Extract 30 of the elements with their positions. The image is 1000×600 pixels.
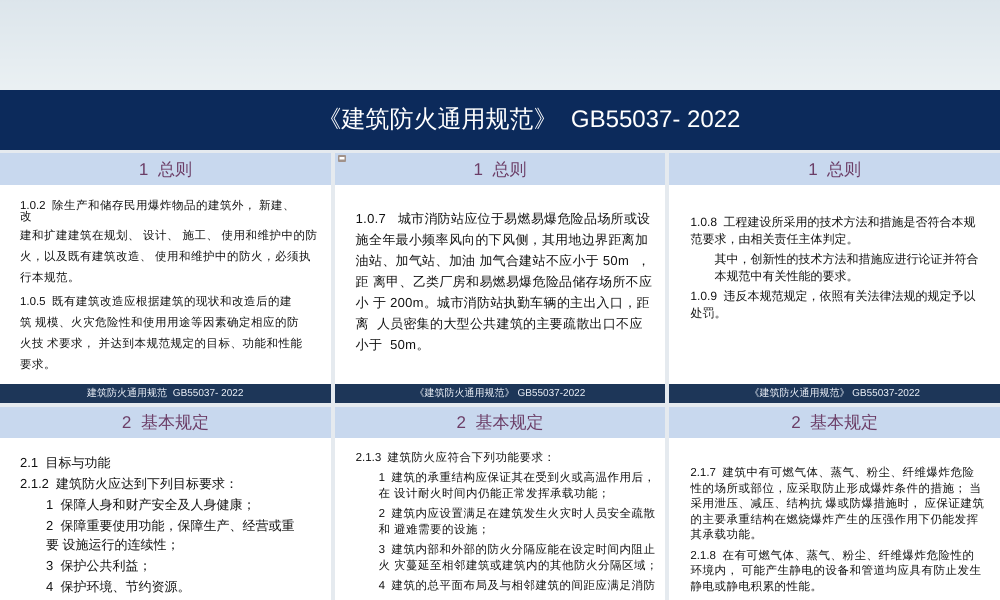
clause-text: 2 建筑内应设置满足在建筑发生火灾时人员安全疏散 和 避难需要的设施； [378, 506, 656, 538]
slide-heading: 2 基本规定 [122, 414, 209, 431]
clause-text: 建和扩建建筑在规划、 设计、 施工、 使用和维护中的防 火，以及既有建筑改造、 使用和维护中的防火，必须执 行本规范。 [20, 228, 319, 286]
clause-text: 1.0.8 工程建设所采用的技术方法和措施是否符合本规 范要求，由相关责任主体判定。 [690, 214, 977, 248]
footer-text: 建筑防火通用规范 GB55037- 2022 [87, 388, 244, 398]
clause-text: 1.0.2 除生产和储存民用爆炸物品的建筑外， 新建、 改 [20, 201, 296, 223]
footer-text: 《建筑防火通用规范》 GB55037-2022 [749, 388, 920, 398]
clause-text: 1 保障人身和财产安全及人身健康； [45, 496, 256, 514]
slide-heading: 1 总则 [808, 160, 862, 178]
clause-text: 2.1.3 建筑防火应符合下列功能要求： [356, 450, 557, 466]
clause-text: 4 建筑的总平面布局及与相邻建筑的间距应满足消防 [378, 578, 656, 594]
clause-text: 3 保护公共利益； [45, 557, 152, 575]
footer-text: 《建筑防火通用规范》 GB55037-2022 [414, 388, 586, 398]
slide-heading: 2 基本规定 [791, 414, 878, 431]
slide-heading: 1 总则 [138, 160, 192, 178]
clause-text: 2.1.7 建筑中有可燃气体、蒸气、粉尘、纤维爆炸危险 性的场所或部位，应采取防止形成爆炸条件的措施； 当 采用泄压、减压、结构抗 爆或防爆措施时， 应保证建筑 的主要承重结构在燃烧爆炸产生的压强作用下仍能发挥 其承载功能。 [690, 466, 986, 543]
clause-text: 1.0.7 城市消防站应位于易燃易爆危险品场所或设 施全年最小频率风向的下风侧，其用地边界距离加 油站、加气站、加油 加气合建站不应小于 50m ， 距 离甲、乙类厂房和易燃易爆危险品储存场所不应 小 于 200m。城市消防站执勤车辆的主出入口，距 离 人员密集的大型公共建筑的主要疏散出口不应 小于 50m。 [356, 210, 654, 354]
clause-text: 1 建筑的承重结构应保证其在受到火或高温作用后， 在 设计耐火时间内仍能正常发挥承载功能； [378, 470, 656, 502]
clause-text: 4 保护环境、节约资源。 [45, 578, 192, 596]
clause-text: 其中，创新性的技术方法和措施应进行论证并符合 本规范中有关性能的要求。 [713, 251, 980, 285]
slide-heading: 2 基本规定 [456, 414, 544, 431]
clause-text: 2 保障重要使用功能，保障生产、经营或重 要 设施运行的连续性； [45, 517, 296, 554]
clause-text: 2.1 目标与功能 [20, 454, 112, 472]
presentation-title: 《建筑防火通用规范》 GB55037- 2022 [318, 108, 740, 132]
clause-text: 2.1.8 在有可燃气体、蒸气、粉尘、纤维爆炸危险性的 环境内， 可能产生静电的设备和管道均应具有防止发生 静电或静电积累的性能。 [690, 548, 983, 594]
slide-heading: 1 总则 [474, 160, 526, 178]
clause-text: 1.0.5 既有建筑改造应根据建筑的现状和改造后的建 筑 规模、火灾危险性和使用用途等因素确定相应的防 火技 术要求， 并达到本规范规定的目标、功能和性能 要求。 [20, 294, 304, 373]
clause-text: 3 建筑内部和外部的防火分隔应能在设定时间内阻止 火 灾蔓延至相邻建筑或建筑内的其他防火分隔区域； [378, 542, 659, 574]
clause-text: 1.0.9 违反本规范规定，依照有关法律法规的规定予以 处罚。 [690, 288, 977, 322]
clause-text: 2.1.2 建筑防火应达到下列目标要求： [20, 475, 240, 493]
